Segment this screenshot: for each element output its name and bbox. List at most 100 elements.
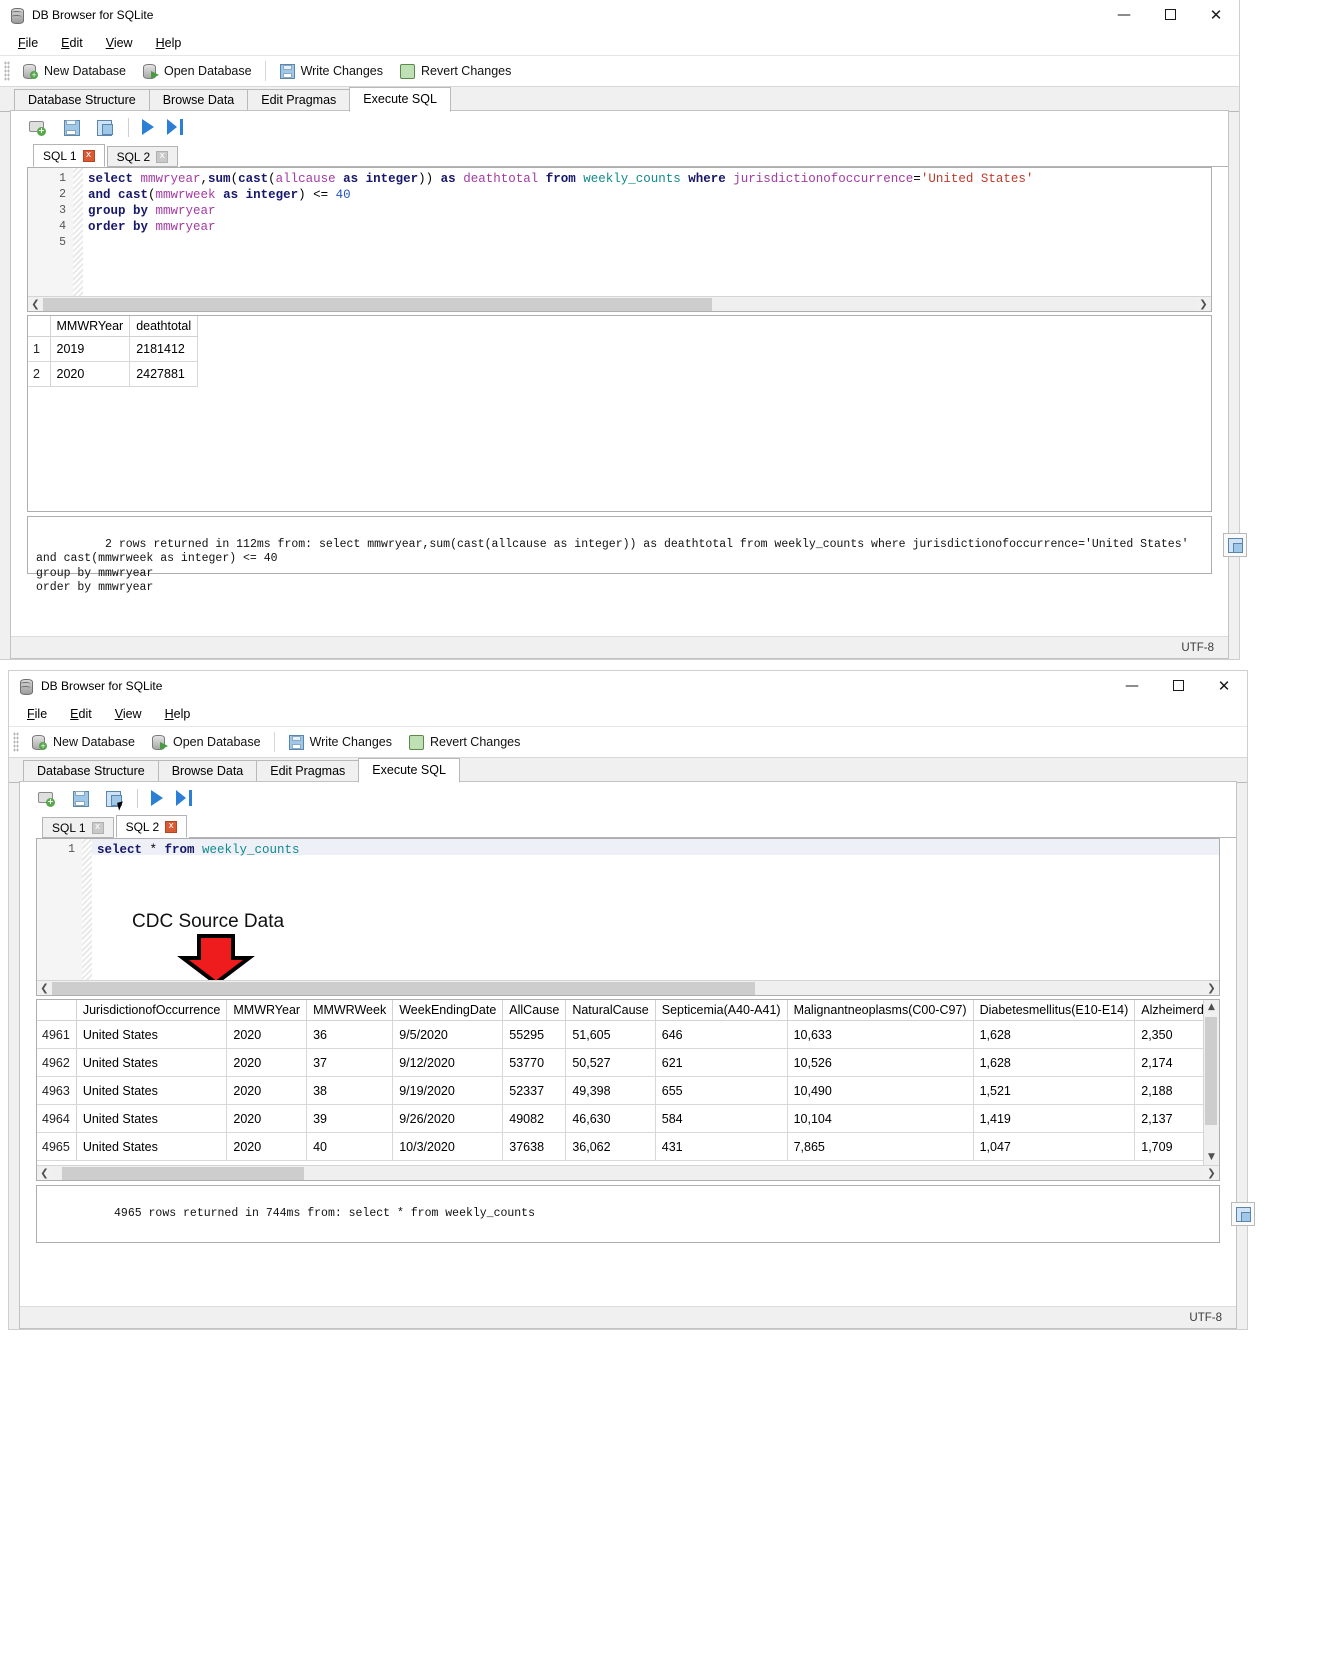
scroll-up-icon[interactable]: ▲ — [1204, 1000, 1219, 1015]
column-header[interactable]: Malignantneoplasms(C00-C97) — [787, 1000, 974, 1021]
table-cell[interactable]: 49082 — [502, 1104, 567, 1133]
table-row[interactable]: 4965 United States 2020 40 10/3/2020 37638 36,… — [37, 1132, 1204, 1161]
table-cell[interactable]: 10/3/2020 — [392, 1132, 504, 1161]
editor-hscrollbar-2[interactable]: ❮ ❯ — [37, 980, 1219, 995]
table-cell[interactable]: 646 — [655, 1020, 788, 1049]
open-tab-icon[interactable]: + — [29, 118, 49, 137]
tab-database-structure-2[interactable]: Database Structure — [23, 760, 159, 782]
sql-tab-1-close-icon-w2[interactable]: x — [91, 821, 104, 834]
scroll-right-icon[interactable]: ❯ — [1196, 299, 1211, 310]
results-hscrollbar-2[interactable]: ❮ ❯ — [37, 1165, 1219, 1180]
table-cell[interactable]: 2019 — [50, 336, 131, 362]
tab-browse-data-2[interactable]: Browse Data — [157, 760, 258, 782]
table-cell[interactable]: 1,521 — [973, 1076, 1136, 1105]
table-cell[interactable]: 46,630 — [565, 1104, 656, 1133]
toolbar-grip[interactable] — [4, 61, 10, 81]
hscroll-track-2[interactable] — [52, 981, 1204, 995]
table-cell[interactable]: 2020 — [226, 1048, 308, 1077]
row-number[interactable]: 4965 — [37, 1132, 77, 1161]
table-cell[interactable]: 2,137 — [1134, 1104, 1204, 1133]
column-header[interactable]: AllCause — [502, 1000, 567, 1021]
menu-edit-2[interactable]: Edit — [60, 704, 102, 724]
open-tab-icon-2[interactable]: + — [38, 789, 58, 808]
table-cell[interactable]: 53770 — [502, 1048, 567, 1077]
table-cell[interactable]: 655 — [655, 1076, 788, 1105]
maximize-button-2[interactable] — [1155, 671, 1201, 700]
write-changes-button[interactable]: Write Changes — [271, 60, 391, 82]
table-cell[interactable]: United States — [76, 1132, 228, 1161]
menu-edit[interactable]: Edit — [51, 33, 93, 53]
column-header[interactable]: WeekEndingDate — [392, 1000, 504, 1021]
maximize-button[interactable] — [1147, 0, 1193, 29]
table-cell[interactable]: 2,188 — [1134, 1076, 1204, 1105]
column-header[interactable]: Alzheimerdisease(G30) — [1134, 1000, 1204, 1021]
table-cell[interactable]: 1,709 — [1134, 1132, 1204, 1161]
table-cell[interactable]: 36,062 — [565, 1132, 656, 1161]
corner-header[interactable] — [28, 316, 51, 337]
minimize-button[interactable]: — — [1101, 0, 1147, 29]
table-cell[interactable]: 40 — [306, 1132, 394, 1161]
table-cell[interactable]: United States — [76, 1048, 228, 1077]
hscroll-thumb-1[interactable] — [43, 297, 712, 311]
results-grid-2[interactable]: JurisdictionofOccurrence MMWRYear MMWRWeek… — [36, 999, 1220, 1181]
table-cell[interactable]: 10,490 — [787, 1076, 974, 1105]
column-header[interactable]: deathtotal — [129, 316, 199, 337]
table-cell[interactable]: 10,633 — [787, 1020, 974, 1049]
save-results-button-2[interactable] — [1231, 1202, 1255, 1226]
table-cell[interactable]: 2020 — [226, 1132, 308, 1161]
scroll-left-icon[interactable]: ❮ — [28, 299, 43, 310]
execute-all-icon-2[interactable] — [151, 790, 163, 806]
table-cell[interactable]: 51,605 — [565, 1020, 656, 1049]
table-cell[interactable]: United States — [76, 1104, 228, 1133]
sql-editor-1[interactable]: 1 2 3 4 5 select mmwryear,sum(cast(allcause … — [27, 167, 1212, 312]
table-cell[interactable]: 2181412 — [129, 336, 199, 362]
table-cell[interactable]: 9/12/2020 — [392, 1048, 504, 1077]
table-cell[interactable]: 7,865 — [787, 1132, 974, 1161]
hscroll-track-1[interactable] — [43, 297, 1196, 311]
results-hscroll-track[interactable] — [52, 1166, 1204, 1180]
tab-edit-pragmas-2[interactable]: Edit Pragmas — [256, 760, 360, 782]
row-number[interactable]: 4964 — [37, 1104, 77, 1133]
scroll-left-icon-2[interactable]: ❮ — [37, 983, 52, 994]
vscroll-thumb-2[interactable] — [1205, 1017, 1217, 1125]
sql-tab-1[interactable]: SQL 1 x — [33, 144, 105, 167]
corner-header[interactable] — [37, 1000, 77, 1021]
table-row[interactable]: 1 2019 2181412 — [28, 336, 199, 362]
column-header[interactable]: Septicemia(A40-A41) — [655, 1000, 788, 1021]
row-number[interactable]: 4962 — [37, 1048, 77, 1077]
open-database-button-2[interactable]: Open Database — [143, 731, 269, 753]
table-cell[interactable]: 2020 — [226, 1104, 308, 1133]
table-cell[interactable]: 50,527 — [565, 1048, 656, 1077]
execute-current-line-icon-2[interactable] — [176, 790, 192, 806]
open-database-button[interactable]: Open Database — [134, 60, 260, 82]
menu-file-2[interactable]: File — [17, 704, 57, 724]
menu-help-2[interactable]: Help — [155, 704, 201, 724]
table-row[interactable]: 4963 United States 2020 38 9/19/2020 52337 49,… — [37, 1076, 1204, 1105]
execute-current-line-icon[interactable] — [167, 119, 183, 135]
table-cell[interactable]: 38 — [306, 1076, 394, 1105]
table-cell[interactable]: 10,526 — [787, 1048, 974, 1077]
close-button-2[interactable]: ✕ — [1201, 671, 1247, 700]
close-button[interactable]: ✕ — [1193, 0, 1239, 29]
scroll-down-icon[interactable]: ▼ — [1204, 1150, 1219, 1165]
table-cell[interactable]: 2,174 — [1134, 1048, 1204, 1077]
table-cell[interactable]: 49,398 — [565, 1076, 656, 1105]
results-scroll-left-icon[interactable]: ❮ — [37, 1168, 52, 1179]
row-number[interactable]: 4963 — [37, 1076, 77, 1105]
column-header[interactable]: MMWRWeek — [306, 1000, 394, 1021]
tab-browse-data[interactable]: Browse Data — [148, 89, 249, 111]
table-cell[interactable]: 36 — [306, 1020, 394, 1049]
table-cell[interactable]: 9/26/2020 — [392, 1104, 504, 1133]
sql-tab-2-close-icon[interactable]: x — [156, 150, 169, 163]
tab-database-structure[interactable]: Database Structure — [14, 89, 150, 111]
column-header[interactable]: NaturalCause — [565, 1000, 656, 1021]
toolbar-grip-2[interactable] — [13, 732, 19, 752]
scroll-right-icon-2[interactable]: ❯ — [1204, 983, 1219, 994]
sql-tab-2-close-icon-w2[interactable]: x — [165, 820, 178, 833]
column-header[interactable]: Diabetesmellitus(E10-E14) — [973, 1000, 1136, 1021]
save-sql-file-icon-2[interactable] — [104, 789, 125, 811]
row-number[interactable]: 1 — [28, 336, 51, 362]
table-row[interactable]: 2 2020 2427881 — [28, 361, 199, 387]
sql-tab-1-w2[interactable]: SQL 1 x — [42, 817, 114, 838]
table-cell[interactable]: 584 — [655, 1104, 788, 1133]
